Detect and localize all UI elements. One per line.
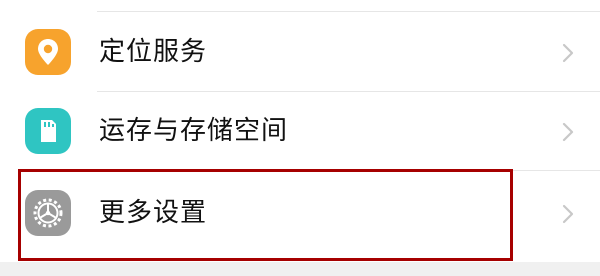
divider <box>97 170 600 171</box>
chevron-right-icon <box>562 43 574 63</box>
divider <box>97 11 600 12</box>
settings-item-label: 运存与存储空间 <box>99 116 289 146</box>
chevron-right-icon <box>562 122 574 142</box>
settings-item-location-services[interactable]: 定位服务 <box>0 13 600 91</box>
settings-item-label: 定位服务 <box>99 37 208 67</box>
settings-item-storage[interactable]: 运存与存储空间 <box>0 92 600 170</box>
location-pin-icon <box>25 29 71 75</box>
settings-item-label: 更多设置 <box>99 198 208 228</box>
sd-card-icon <box>25 108 71 154</box>
gear-icon <box>25 190 71 236</box>
chevron-right-icon <box>562 204 574 224</box>
list-bottom-spacer <box>0 262 600 276</box>
settings-list: 定位服务 运存与存储空间 更多设置 <box>0 0 600 276</box>
settings-item-more-settings[interactable]: 更多设置 <box>0 174 600 252</box>
